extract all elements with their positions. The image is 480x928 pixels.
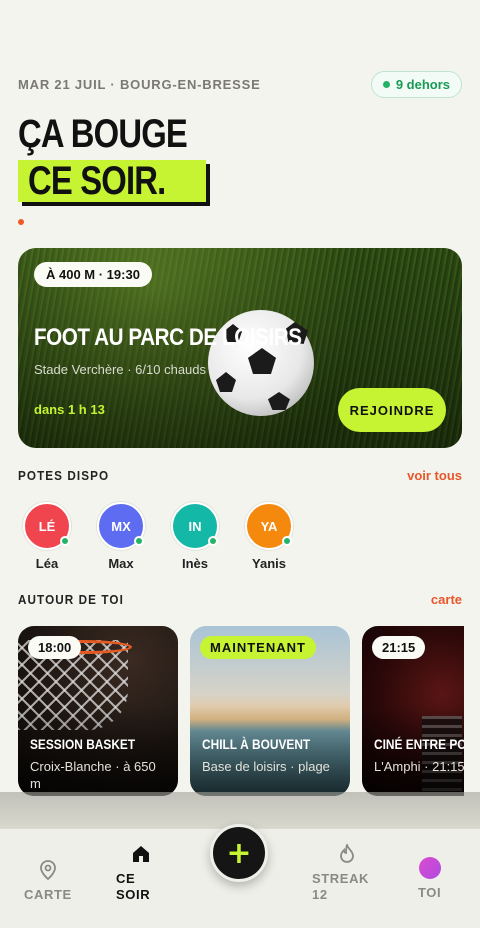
avatar-initials: LÉ bbox=[38, 518, 56, 534]
friend-name: Léa bbox=[35, 556, 59, 571]
outside-count-pill[interactable]: 9 dehors bbox=[370, 70, 462, 98]
nearby-section-title: AUTOUR DE TOI bbox=[18, 592, 124, 607]
online-status-icon bbox=[282, 536, 292, 546]
nav-label-tonight: CE SOIR bbox=[116, 871, 151, 902]
event-time-badge: 18:00 bbox=[28, 636, 82, 659]
nav-label-me: TOI bbox=[418, 885, 442, 900]
event-title: FOOT AU PARC DE LOISIRS bbox=[34, 324, 302, 351]
event-distance-time-tag: À 400 M · 19:30 bbox=[34, 262, 152, 287]
event-card-subtitle: Base de loisirs · plage bbox=[202, 759, 330, 774]
flame-icon bbox=[336, 843, 358, 865]
event-card-basket[interactable]: 18:00 SESSION BASKET Croix-Blanche · à 6… bbox=[18, 626, 178, 796]
event-card-subtitle: Croix-Blanche · à 650 m bbox=[30, 759, 156, 791]
home-icon bbox=[130, 843, 152, 865]
avatar: MX bbox=[97, 502, 145, 550]
event-subtitle: Stade Verchère · 6/10 chauds bbox=[34, 362, 207, 377]
avatar: YA bbox=[245, 502, 293, 550]
avatar-initials: MX bbox=[111, 518, 131, 534]
friend-name: Max bbox=[108, 556, 134, 571]
nav-tab-me[interactable]: TOI bbox=[418, 857, 441, 900]
nav-tab-map[interactable]: CARTE bbox=[24, 859, 72, 902]
event-card-title: CHILL À BOUVENT bbox=[202, 736, 311, 752]
nav-tab-tonight[interactable]: CE SOIR bbox=[116, 843, 166, 903]
friend-name: Inès bbox=[181, 556, 208, 571]
online-status-icon bbox=[208, 536, 218, 546]
online-status-icon bbox=[60, 536, 70, 546]
nav-tab-streak[interactable]: STREAK 12 bbox=[312, 843, 382, 903]
friends-section-header: POTES DISPO voir tous bbox=[18, 468, 462, 483]
friends-list: LÉ Léa MX Max IN Inès YA Yanis bbox=[22, 502, 294, 571]
avatar: IN bbox=[171, 502, 219, 550]
headline-line2-text: CE SOIR. bbox=[28, 159, 166, 203]
outside-count-label: 9 dehors bbox=[395, 76, 450, 92]
featured-event-card[interactable]: À 400 M · 19:30 FOOT AU PARC DE LOISIRS … bbox=[18, 248, 462, 448]
nav-label-map: CARTE bbox=[24, 887, 72, 902]
avatar-initials: YA bbox=[260, 518, 278, 534]
accent-dot bbox=[18, 219, 24, 225]
online-dot-icon bbox=[382, 80, 390, 88]
event-eta: dans 1 h 13 bbox=[34, 402, 105, 417]
map-pin-icon bbox=[37, 859, 59, 881]
join-button[interactable]: REJOINDRE bbox=[338, 388, 446, 432]
friend-item[interactable]: MX Max bbox=[96, 502, 146, 571]
friend-item[interactable]: YA Yanis bbox=[244, 502, 294, 571]
event-card-title: CINÉ ENTRE POTES bbox=[374, 736, 464, 752]
online-status-icon bbox=[134, 536, 144, 546]
friend-name: Yanis bbox=[252, 556, 286, 571]
nearby-events-carousel[interactable]: 18:00 SESSION BASKET Croix-Blanche · à 6… bbox=[18, 626, 464, 796]
header-bar: MAR 21 JUIL · BOURG-EN-BRESSE 9 dehors bbox=[18, 70, 462, 98]
see-all-friends-link[interactable]: voir tous bbox=[407, 468, 462, 483]
event-card-cine[interactable]: 21:15 CINÉ ENTRE POTES L'Amphi · 21:15 bbox=[362, 626, 464, 796]
date-location: MAR 21 JUIL · BOURG-EN-BRESSE bbox=[18, 76, 261, 92]
event-card-subtitle: L'Amphi · 21:15 bbox=[374, 759, 464, 774]
friend-item[interactable]: LÉ Léa bbox=[22, 502, 72, 571]
profile-dot-icon bbox=[418, 857, 441, 879]
map-link[interactable]: carte bbox=[431, 592, 462, 607]
friend-item[interactable]: IN Inès bbox=[170, 502, 220, 571]
event-card-chill[interactable]: MAINTENANT CHILL À BOUVENT Base de loisi… bbox=[190, 626, 350, 796]
nav-label-streak: STREAK 12 bbox=[312, 871, 370, 902]
event-card-title: SESSION BASKET bbox=[30, 736, 136, 752]
friends-section-title: POTES DISPO bbox=[18, 468, 110, 483]
avatar-initials: IN bbox=[188, 518, 202, 534]
headline-line2: CE SOIR. bbox=[18, 160, 206, 202]
event-now-badge: MAINTENANT bbox=[200, 636, 316, 659]
nearby-section-header: AUTOUR DE TOI carte bbox=[18, 592, 462, 607]
event-time-badge: 21:15 bbox=[372, 636, 426, 659]
page-title: ÇA BOUGE CE SOIR. bbox=[18, 112, 224, 202]
avatar: LÉ bbox=[23, 502, 71, 550]
headline-line1: ÇA BOUGE bbox=[18, 112, 188, 156]
add-event-button[interactable]: + bbox=[210, 824, 268, 882]
